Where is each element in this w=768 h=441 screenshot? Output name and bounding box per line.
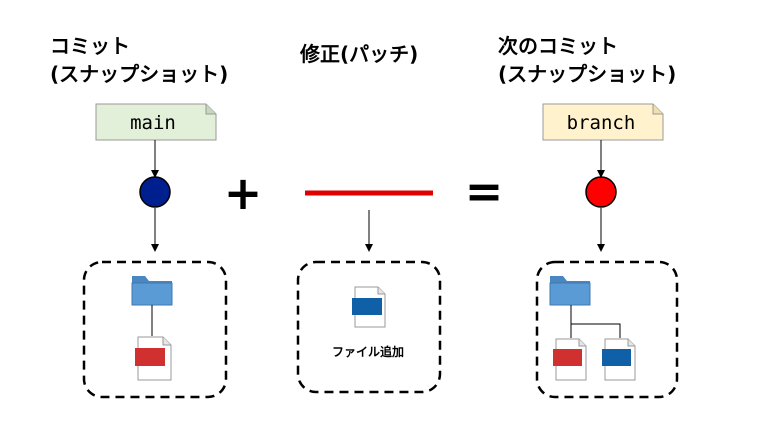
plus-operator: +: [224, 166, 263, 220]
main-commit-node: [139, 176, 171, 208]
branch-red-file-icon: [553, 338, 587, 381]
main-tag-label: main: [130, 112, 176, 134]
patch-box-label: ファイル追加: [332, 344, 404, 359]
branch-folder-icon: [549, 276, 591, 306]
branch-tree-line-right: [571, 323, 621, 338]
equals-operator: =: [465, 164, 504, 218]
blue-file-icon: [352, 286, 386, 328]
branch-tag-label: branch: [567, 112, 636, 134]
branch-blue-file-icon: [602, 338, 636, 381]
branch-commit-node: [585, 176, 617, 208]
branch-tag: branch: [542, 103, 664, 141]
folder-icon: [131, 276, 173, 306]
main-tag: main: [95, 103, 217, 141]
red-file-icon: [135, 336, 172, 381]
branch-tag-fold: [652, 104, 663, 115]
diagram-canvas: main + ファイル追加 = branch: [82, 103, 679, 399]
main-tag-fold: [205, 104, 216, 115]
